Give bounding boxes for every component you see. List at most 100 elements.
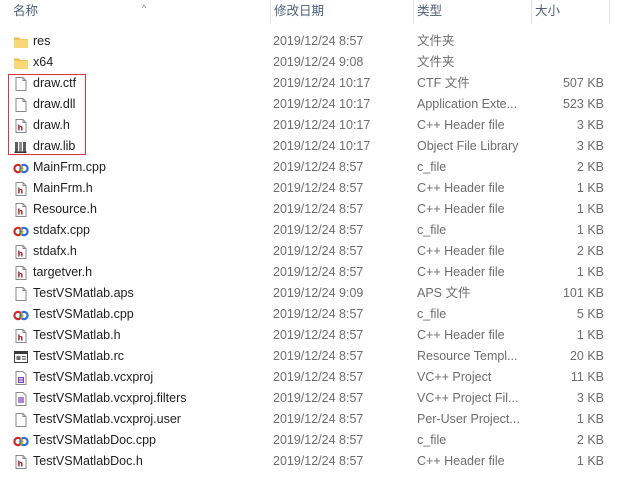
file-size: 2 KB <box>576 244 604 258</box>
file-type: 文件夹 <box>417 34 455 48</box>
file-modified-date: 2019/12/24 9:09 <box>273 286 364 300</box>
file-row[interactable]: TestVSMatlabDoc.cpp 2019/12/24 8:57 c_file… <box>0 430 644 451</box>
svg-text:h: h <box>18 271 24 280</box>
file-row[interactable]: x64 2019/12/24 9:08 文件夹 <box>0 52 644 73</box>
column-header-type[interactable]: 类型 <box>413 0 531 24</box>
file-row[interactable]: h TestVSMatlab.h 2019/12/24 8:57 C++ Header… <box>0 325 644 346</box>
file-name: TestVSMatlab.rc <box>33 349 125 363</box>
file-type: C++ Header file <box>417 454 505 468</box>
file-size: 2 KB <box>576 433 604 447</box>
svg-text:h: h <box>18 208 24 217</box>
file-name: stdafx.h <box>33 244 77 258</box>
sort-ascending-icon: ^ <box>142 3 147 13</box>
file-size: 1 KB <box>576 202 604 216</box>
file-type: c_file <box>417 160 447 174</box>
file-row[interactable]: draw.lib 2019/12/24 10:17 Object File Libr… <box>0 136 644 157</box>
file-type: c_file <box>417 223 447 237</box>
column-header-date-label: 修改日期 <box>274 4 325 18</box>
file-size: 1 KB <box>576 454 604 468</box>
column-header-date[interactable]: 修改日期 <box>270 0 410 24</box>
header-file-icon: h <box>13 454 29 470</box>
file-row[interactable]: h MainFrm.h 2019/12/24 8:57 C++ Header file… <box>0 178 644 199</box>
file-name: MainFrm.h <box>33 181 93 195</box>
folder-icon <box>13 55 29 71</box>
file-size: 3 KB <box>576 118 604 132</box>
file-name: TestVSMatlab.vcxproj <box>33 370 154 384</box>
file-type: c_file <box>417 307 447 321</box>
file-row[interactable]: TestVSMatlab.vcxproj.filters 2019/12/24 8… <box>0 388 644 409</box>
header-file-icon: h <box>13 202 29 218</box>
file-type: 文件夹 <box>417 55 455 69</box>
file-row[interactable]: TestVSMatlab.aps 2019/12/24 9:09 APS 文件 101… <box>0 283 644 304</box>
file-size: 11 KB <box>570 370 604 384</box>
file-name: TestVSMatlab.vcxproj.user <box>33 412 181 426</box>
file-row[interactable]: h draw.h 2019/12/24 10:17 C++ Header file 3 … <box>0 115 644 136</box>
file-name: Resource.h <box>33 202 97 216</box>
svg-text:h: h <box>18 187 24 196</box>
file-modified-date: 2019/12/24 8:57 <box>273 265 364 279</box>
file-row[interactable]: res 2019/12/24 8:57 文件夹 <box>0 31 644 52</box>
file-row[interactable]: draw.ctf 2019/12/24 10:17 CTF 文件 507 KB <box>0 73 644 94</box>
file-modified-date: 2019/12/24 10:17 <box>273 139 371 153</box>
file-type: C++ Header file <box>417 328 505 342</box>
file-name: TestVSMatlabDoc.cpp <box>33 433 156 447</box>
svg-text:h: h <box>18 460 24 469</box>
file-row[interactable]: TestVSMatlab.rc 2019/12/24 8:57 Resource T… <box>0 346 644 367</box>
file-modified-date: 2019/12/24 8:57 <box>273 370 364 384</box>
file-row[interactable]: TestVSMatlab.cpp 2019/12/24 8:57 c_file 5 K… <box>0 304 644 325</box>
file-modified-date: 2019/12/24 8:57 <box>273 391 364 405</box>
file-row[interactable]: h Resource.h 2019/12/24 8:57 C++ Header fil… <box>0 199 644 220</box>
file-row[interactable]: h TestVSMatlabDoc.h 2019/12/24 8:57 C++ Hea… <box>0 451 644 472</box>
file-name: targetver.h <box>33 265 93 279</box>
file-name: TestVSMatlab.h <box>33 328 121 342</box>
file-type: Per-User Project... <box>417 412 520 426</box>
file-size: 101 KB <box>562 286 604 300</box>
file-name: TestVSMatlab.aps <box>33 286 134 300</box>
file-type: C++ Header file <box>417 265 505 279</box>
file-row[interactable]: stdafx.cpp 2019/12/24 8:57 c_file 1 KB <box>0 220 644 241</box>
file-row[interactable]: h stdafx.h 2019/12/24 8:57 C++ Header file 2… <box>0 241 644 262</box>
svg-text:h: h <box>18 334 24 343</box>
file-row[interactable]: h targetver.h 2019/12/24 8:57 C++ Header fi… <box>0 262 644 283</box>
file-name: x64 <box>33 55 54 69</box>
file-type: c_file <box>417 433 447 447</box>
file-modified-date: 2019/12/24 8:57 <box>273 454 364 468</box>
resource-file-icon <box>13 349 29 365</box>
file-name: TestVSMatlab.vcxproj.filters <box>33 391 187 405</box>
file-modified-date: 2019/12/24 8:57 <box>273 202 364 216</box>
file-type: Resource Templ... <box>417 349 518 363</box>
file-type: Object File Library <box>417 139 519 153</box>
file-name: TestVSMatlab.cpp <box>33 307 134 321</box>
file-row[interactable]: TestVSMatlab.vcxproj.user 2019/12/24 8:57… <box>0 409 644 430</box>
file-modified-date: 2019/12/24 8:57 <box>273 349 364 363</box>
file-modified-date: 2019/12/24 8:57 <box>273 412 364 426</box>
file-type: C++ Header file <box>417 244 505 258</box>
column-header-size-label: 大小 <box>535 4 561 18</box>
vcxproj-file-icon <box>13 370 29 386</box>
file-size: 1 KB <box>576 181 604 195</box>
column-header-name[interactable]: 名称 ^ <box>10 0 265 24</box>
file-size: 1 KB <box>576 328 604 342</box>
cpp-file-icon <box>13 160 29 176</box>
column-header-size[interactable]: 大小 <box>531 0 610 24</box>
file-modified-date: 2019/12/24 8:57 <box>273 223 364 237</box>
file-modified-date: 2019/12/24 8:57 <box>273 160 364 174</box>
file-row[interactable]: TestVSMatlab.vcxproj 2019/12/24 8:57 VC++ … <box>0 367 644 388</box>
file-modified-date: 2019/12/24 9:08 <box>273 55 364 69</box>
column-header-type-label: 类型 <box>417 4 443 18</box>
file-modified-date: 2019/12/24 8:57 <box>273 181 364 195</box>
file-name: MainFrm.cpp <box>33 160 106 174</box>
file-row[interactable]: MainFrm.cpp 2019/12/24 8:57 c_file 2 KB <box>0 157 644 178</box>
header-file-icon: h <box>13 244 29 260</box>
header-file-icon: h <box>13 181 29 197</box>
file-modified-date: 2019/12/24 10:17 <box>273 118 371 132</box>
column-header-bar: 名称 ^ 修改日期 类型 大小 <box>0 0 644 24</box>
svg-text:h: h <box>18 250 24 259</box>
file-type: Application Exte... <box>417 97 518 111</box>
blank-file-icon <box>13 412 29 428</box>
file-type: C++ Header file <box>417 202 505 216</box>
file-row[interactable]: draw.dll 2019/12/24 10:17 Application Exte… <box>0 94 644 115</box>
file-size <box>534 31 604 52</box>
file-size: 2 KB <box>576 160 604 174</box>
file-modified-date: 2019/12/24 8:57 <box>273 328 364 342</box>
